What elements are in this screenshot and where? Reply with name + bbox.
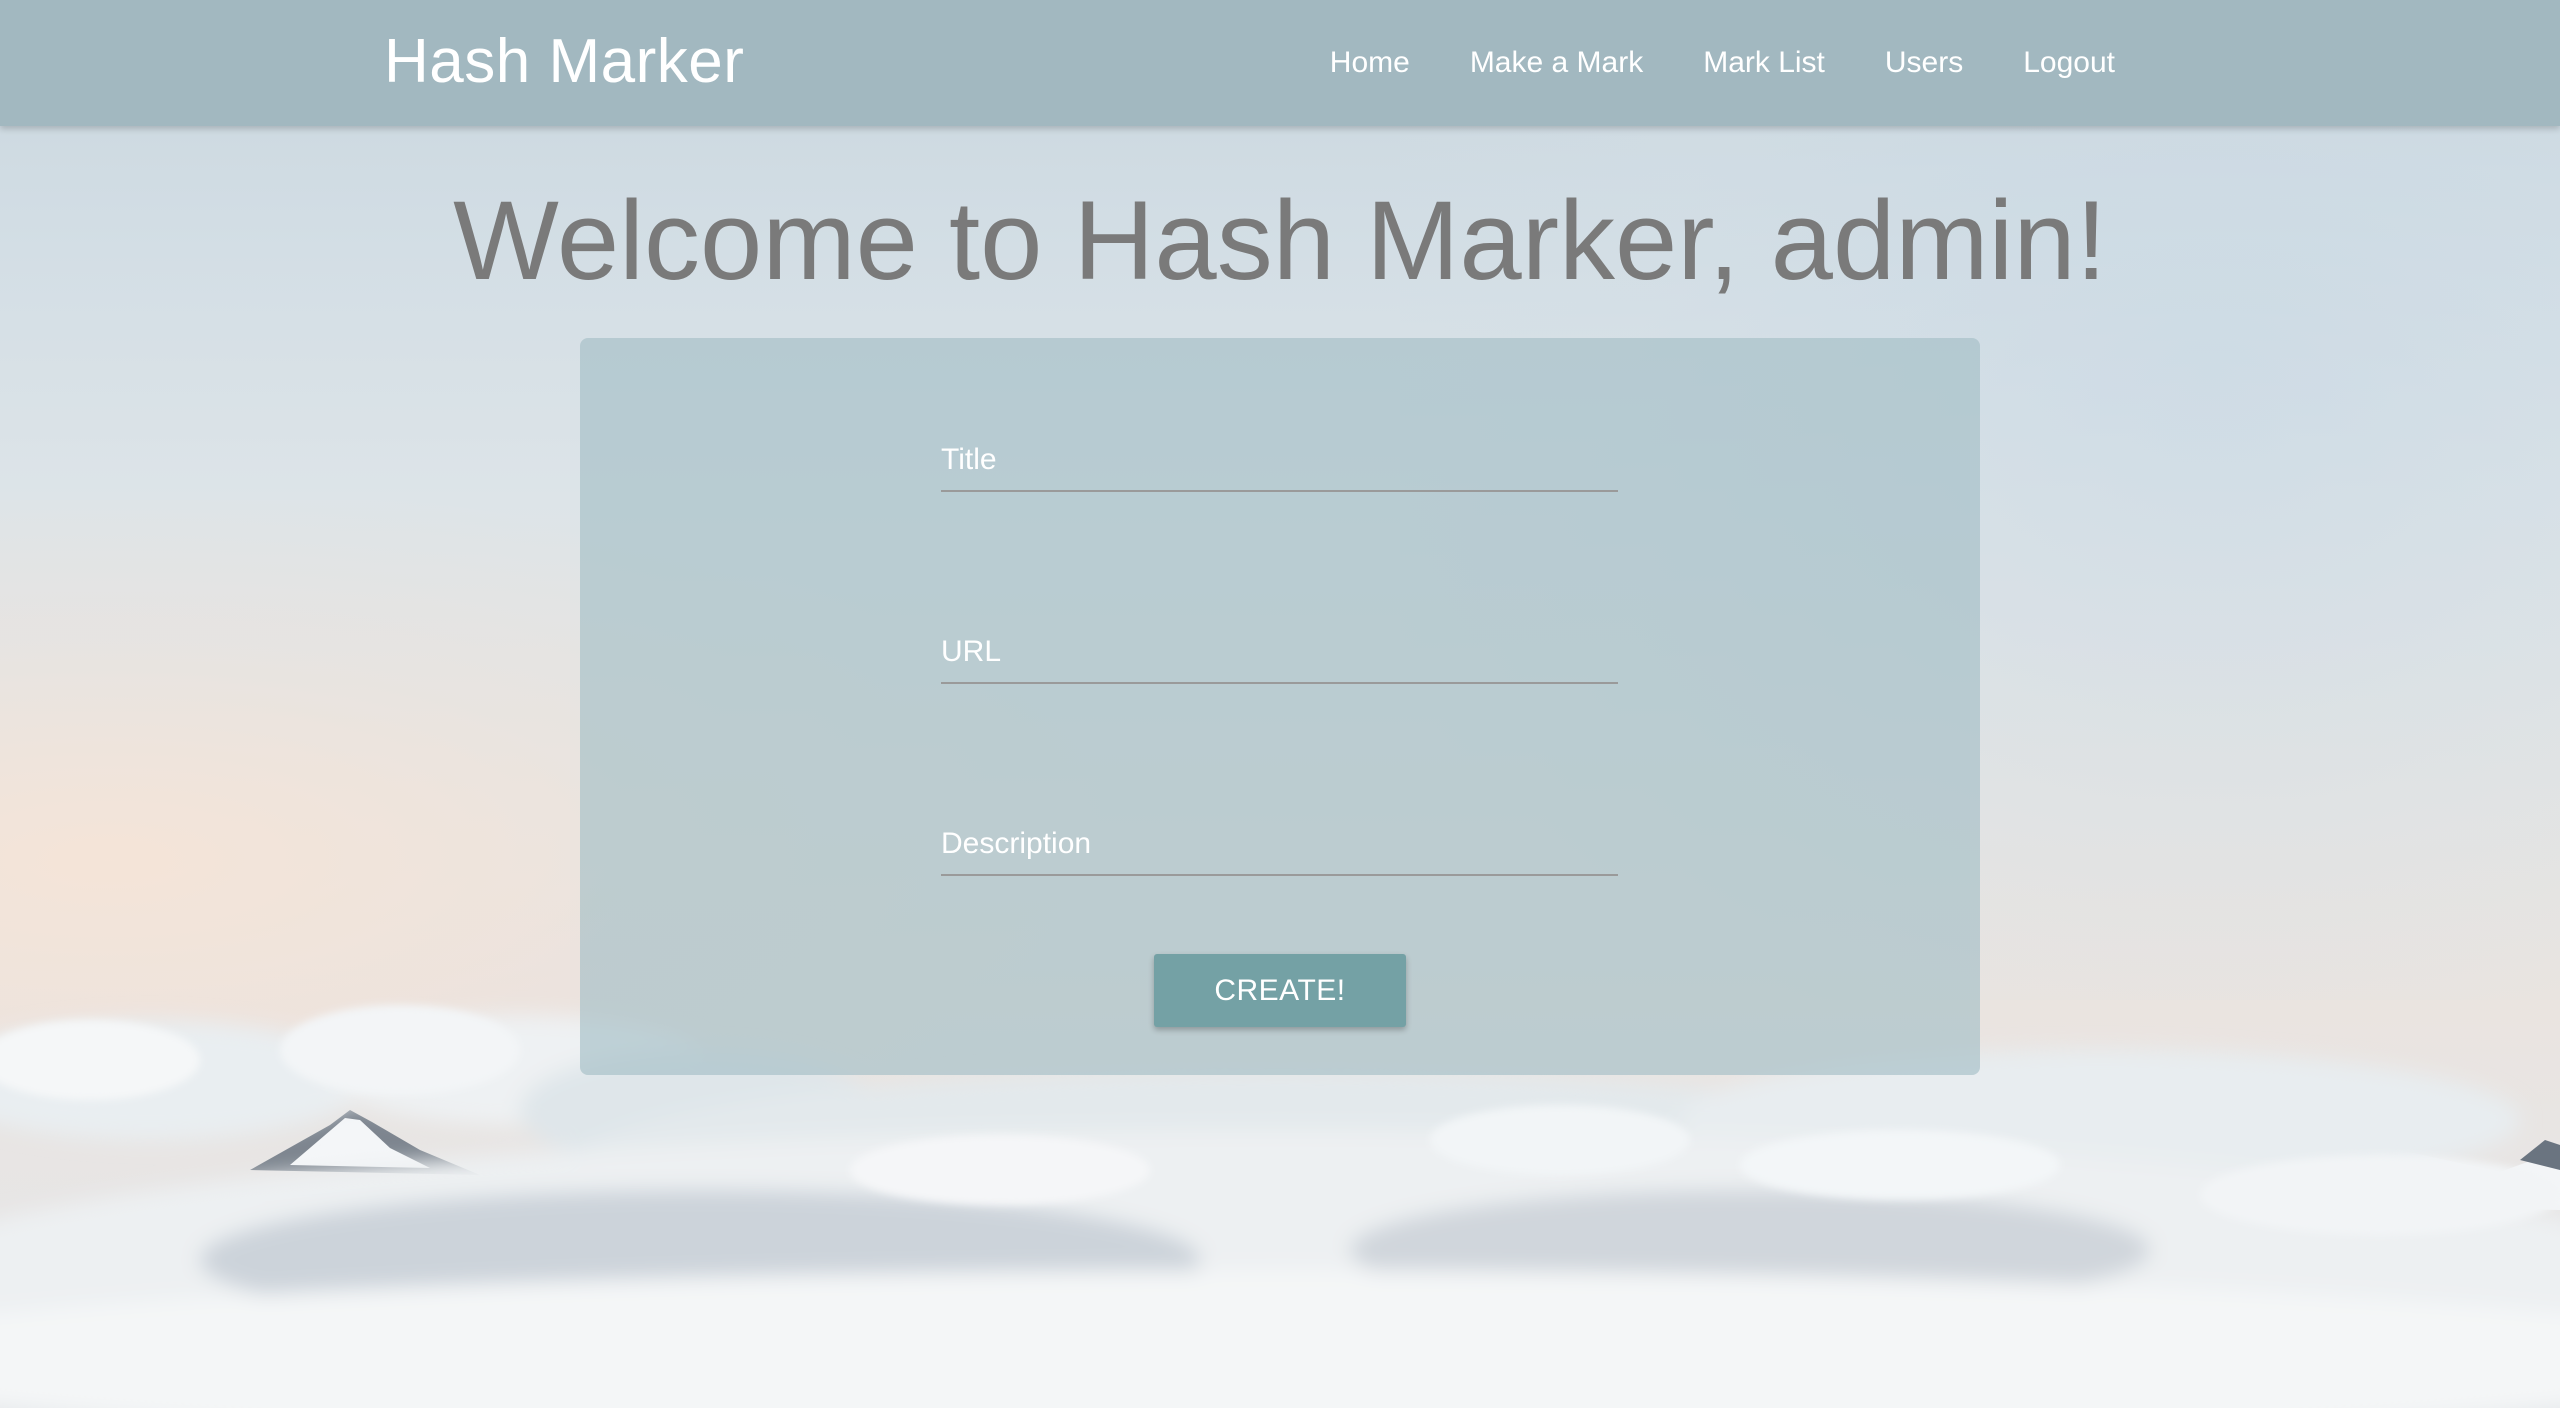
nav-logout-link[interactable]: Logout [1993,46,2145,80]
create-button[interactable]: CREATE! [1154,954,1406,1027]
create-mark-form: CREATE! [580,338,1980,1075]
nav-make-a-mark-link[interactable]: Make a Mark [1440,46,1673,80]
title-input[interactable] [941,430,1618,492]
url-input[interactable] [941,622,1618,684]
nav-home-link[interactable]: Home [1300,46,1440,80]
top-navbar: Hash Marker Home Make a Mark Mark List U… [0,0,2560,126]
nav-users-link[interactable]: Users [1855,46,1993,80]
page-title: Welcome to Hash Marker, admin! [453,178,2107,303]
nav-links: Home Make a Mark Mark List Users Logout [1300,0,2145,126]
brand-logo-link[interactable]: Hash Marker [384,26,744,97]
nav-mark-list-link[interactable]: Mark List [1673,46,1855,80]
description-input[interactable] [941,814,1618,876]
page: Hash Marker Home Make a Mark Mark List U… [0,0,2560,1408]
